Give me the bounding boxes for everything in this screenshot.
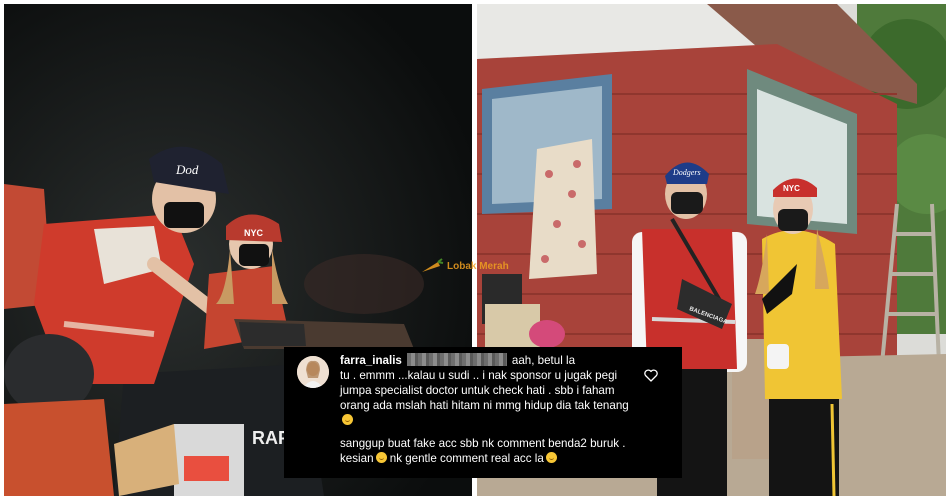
cap2-text-right: NYC [783,184,800,193]
heart-icon[interactable] [644,369,658,382]
comment-body-2: sanggup buat fake acc sbb nk comment ben… [340,436,640,466]
avatar[interactable] [297,356,329,388]
comment-body-text: tu . emmm ...kalau u sudi .. i nak spons… [340,369,629,412]
comment-body2-b: nk gentle comment real acc la [389,452,544,465]
kiss-emoji-icon [545,452,557,463]
grinning-emoji-icon [342,414,353,425]
redacted-text [406,353,507,366]
comment-card: farra_inalis aah, betul la tu . emmm ...k… [284,347,682,478]
comment-body: tu . emmm ...kalau u sudi .. i nak spons… [340,368,640,428]
watermark: Lobak Merah [420,258,509,274]
sad-emoji-icon [375,452,387,463]
watermark-text: Lobak Merah [447,260,509,272]
cap-text-right: Dodgers [672,168,701,177]
comment-header: farra_inalis aah, betul la [340,353,672,368]
cap2-text: NYC [244,228,264,238]
carrot-icon [422,258,444,272]
cap-text: Dod [175,162,199,177]
comment-line1-tail: aah, betul la [511,354,576,367]
comment-username[interactable]: farra_inalis [340,354,402,367]
